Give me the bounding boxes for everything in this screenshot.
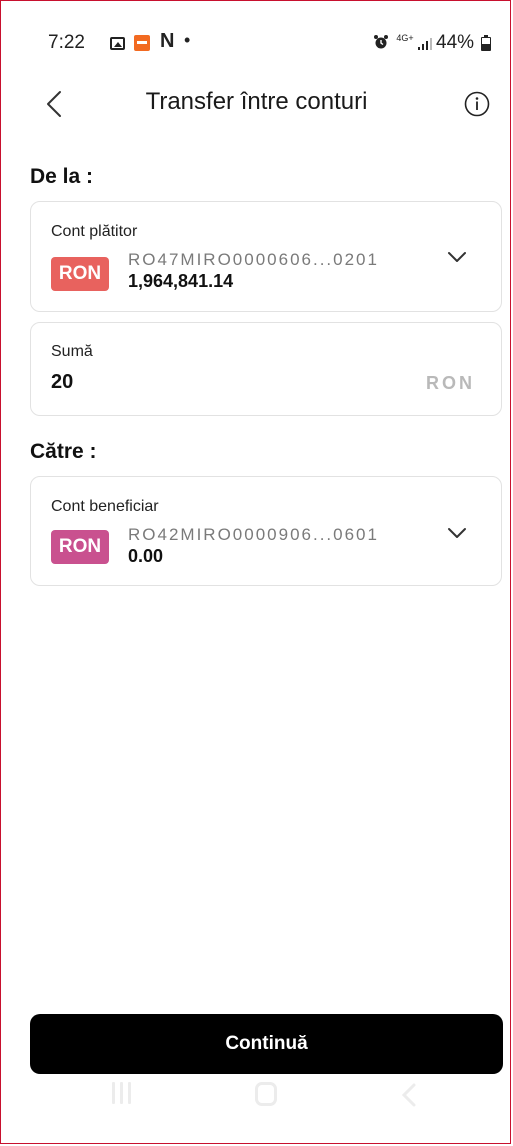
payer-balance: 1,964,841.14 xyxy=(128,271,234,291)
status-bar: 7:22 N • 4G+ 44% xyxy=(0,28,513,64)
continue-button[interactable]: Continuă xyxy=(30,1014,503,1074)
payer-currency-badge: RON xyxy=(51,257,109,291)
info-button[interactable] xyxy=(463,90,491,118)
amount-value[interactable]: 20 xyxy=(51,371,73,394)
beneficiary-balance: 0.00 xyxy=(128,546,164,566)
amount-field[interactable]: Sumă 20 RON xyxy=(30,322,502,416)
gallery-notification-icon xyxy=(110,37,125,50)
to-section-title: Către : xyxy=(30,440,97,463)
signal-icon xyxy=(418,38,432,50)
home-icon[interactable] xyxy=(255,1082,277,1106)
battery-percent: 44% xyxy=(436,32,475,53)
n-notification-icon: N xyxy=(160,30,175,52)
system-nav-bar xyxy=(0,1082,513,1132)
beneficiary-account-selector[interactable]: Cont beneficiar RON RO42MIRO0000906...06… xyxy=(30,476,502,586)
battery-icon xyxy=(481,35,491,51)
amount-currency: RON xyxy=(426,373,475,393)
payer-account-label: Cont plătitor xyxy=(51,223,138,240)
amount-label: Sumă xyxy=(51,343,93,360)
app-notification-icon xyxy=(134,35,150,51)
nav-back-icon[interactable] xyxy=(400,1082,418,1108)
chevron-down-icon[interactable] xyxy=(447,526,467,540)
beneficiary-account-label: Cont beneficiar xyxy=(51,498,159,515)
chevron-down-icon[interactable] xyxy=(447,250,467,264)
from-section-title: De la : xyxy=(30,165,94,188)
alarm-icon xyxy=(374,35,388,49)
beneficiary-iban: RO42MIRO0000906...0601 xyxy=(128,525,379,544)
payer-account-selector[interactable]: Cont plătitor RON RO47MIRO0000606...0201… xyxy=(30,201,502,312)
page-title: Transfer între conturi xyxy=(145,88,368,115)
beneficiary-currency-badge: RON xyxy=(51,530,109,564)
recent-apps-icon[interactable] xyxy=(112,1082,134,1104)
status-time: 7:22 xyxy=(48,32,85,53)
network-type-icon: 4G+ xyxy=(396,33,414,43)
payer-iban: RO47MIRO0000606...0201 xyxy=(128,250,379,269)
more-notifications-dot: • xyxy=(184,30,191,50)
